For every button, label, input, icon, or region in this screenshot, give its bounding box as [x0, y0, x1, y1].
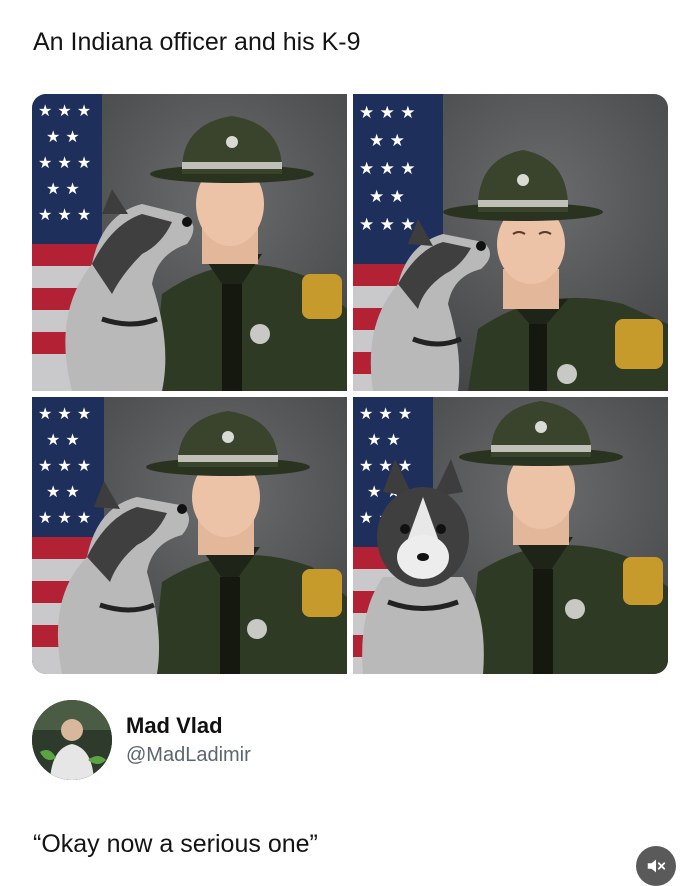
svg-text:★ ★: ★ ★ — [369, 187, 405, 207]
speaker-muted-icon[interactable] — [636, 846, 676, 886]
post-caption: “Okay now a serious one” — [33, 830, 318, 858]
svg-text:★ ★ ★: ★ ★ ★ — [359, 404, 412, 423]
svg-text:★ ★ ★: ★ ★ ★ — [38, 456, 91, 475]
author-avatar[interactable] — [32, 700, 112, 780]
post-title: An Indiana officer and his K-9 — [33, 28, 361, 56]
photo-officer-dog-kiss-1[interactable]: ★ ★ ★ ★ ★ ★ ★ ★ ★ ★ ★ ★ ★ — [32, 94, 347, 391]
svg-text:★ ★: ★ ★ — [367, 430, 401, 449]
svg-text:★ ★: ★ ★ — [46, 179, 80, 198]
photo-officer-dog-kiss-2[interactable]: ★ ★ ★ ★ ★ ★ ★ ★ ★ ★ ★ ★ ★ — [353, 94, 668, 391]
photo-officer-dog-serious[interactable]: ★ ★ ★ ★ ★ ★ ★ ★ ★ ★ ★ ★ ★ — [353, 397, 668, 674]
svg-text:★ ★ ★: ★ ★ ★ — [38, 153, 91, 172]
author-handle[interactable]: @MadLadimir — [126, 742, 251, 768]
author-display-name[interactable]: Mad Vlad — [126, 712, 251, 740]
svg-text:★ ★ ★: ★ ★ ★ — [359, 456, 412, 475]
svg-text:★ ★: ★ ★ — [46, 127, 80, 146]
svg-text:★ ★: ★ ★ — [46, 430, 80, 449]
svg-text:★ ★ ★: ★ ★ ★ — [38, 101, 91, 120]
photo-illustration: ★ ★ ★ ★ ★ ★ ★ ★ ★ ★ ★ ★ ★ — [32, 94, 347, 391]
photo-illustration: ★ ★ ★ ★ ★ ★ ★ ★ ★ ★ ★ ★ ★ — [32, 397, 347, 674]
author-block[interactable]: Mad Vlad @MadLadimir — [32, 700, 251, 780]
svg-text:★ ★ ★: ★ ★ ★ — [38, 404, 91, 423]
photo-illustration: ★ ★ ★ ★ ★ ★ ★ ★ ★ ★ ★ ★ ★ — [353, 94, 668, 391]
svg-text:★ ★ ★: ★ ★ ★ — [359, 215, 416, 235]
photo-grid: ★ ★ ★ ★ ★ ★ ★ ★ ★ ★ ★ ★ ★ ★ ★ ★ ★ ★ ★ ★ … — [32, 94, 668, 674]
svg-text:★ ★ ★: ★ ★ ★ — [359, 103, 416, 123]
speaker-muted-glyph — [647, 859, 666, 873]
avatar-image — [32, 700, 112, 780]
svg-text:★ ★: ★ ★ — [46, 482, 80, 501]
svg-text:★ ★ ★: ★ ★ ★ — [38, 205, 91, 224]
photo-officer-dog-kiss-3[interactable]: ★ ★ ★ ★ ★ ★ ★ ★ ★ ★ ★ ★ ★ — [32, 397, 347, 674]
photo-illustration: ★ ★ ★ ★ ★ ★ ★ ★ ★ ★ ★ ★ ★ — [353, 397, 668, 674]
svg-text:★ ★: ★ ★ — [369, 131, 405, 151]
svg-text:★ ★ ★: ★ ★ ★ — [359, 159, 416, 179]
svg-text:★ ★ ★: ★ ★ ★ — [38, 508, 91, 527]
